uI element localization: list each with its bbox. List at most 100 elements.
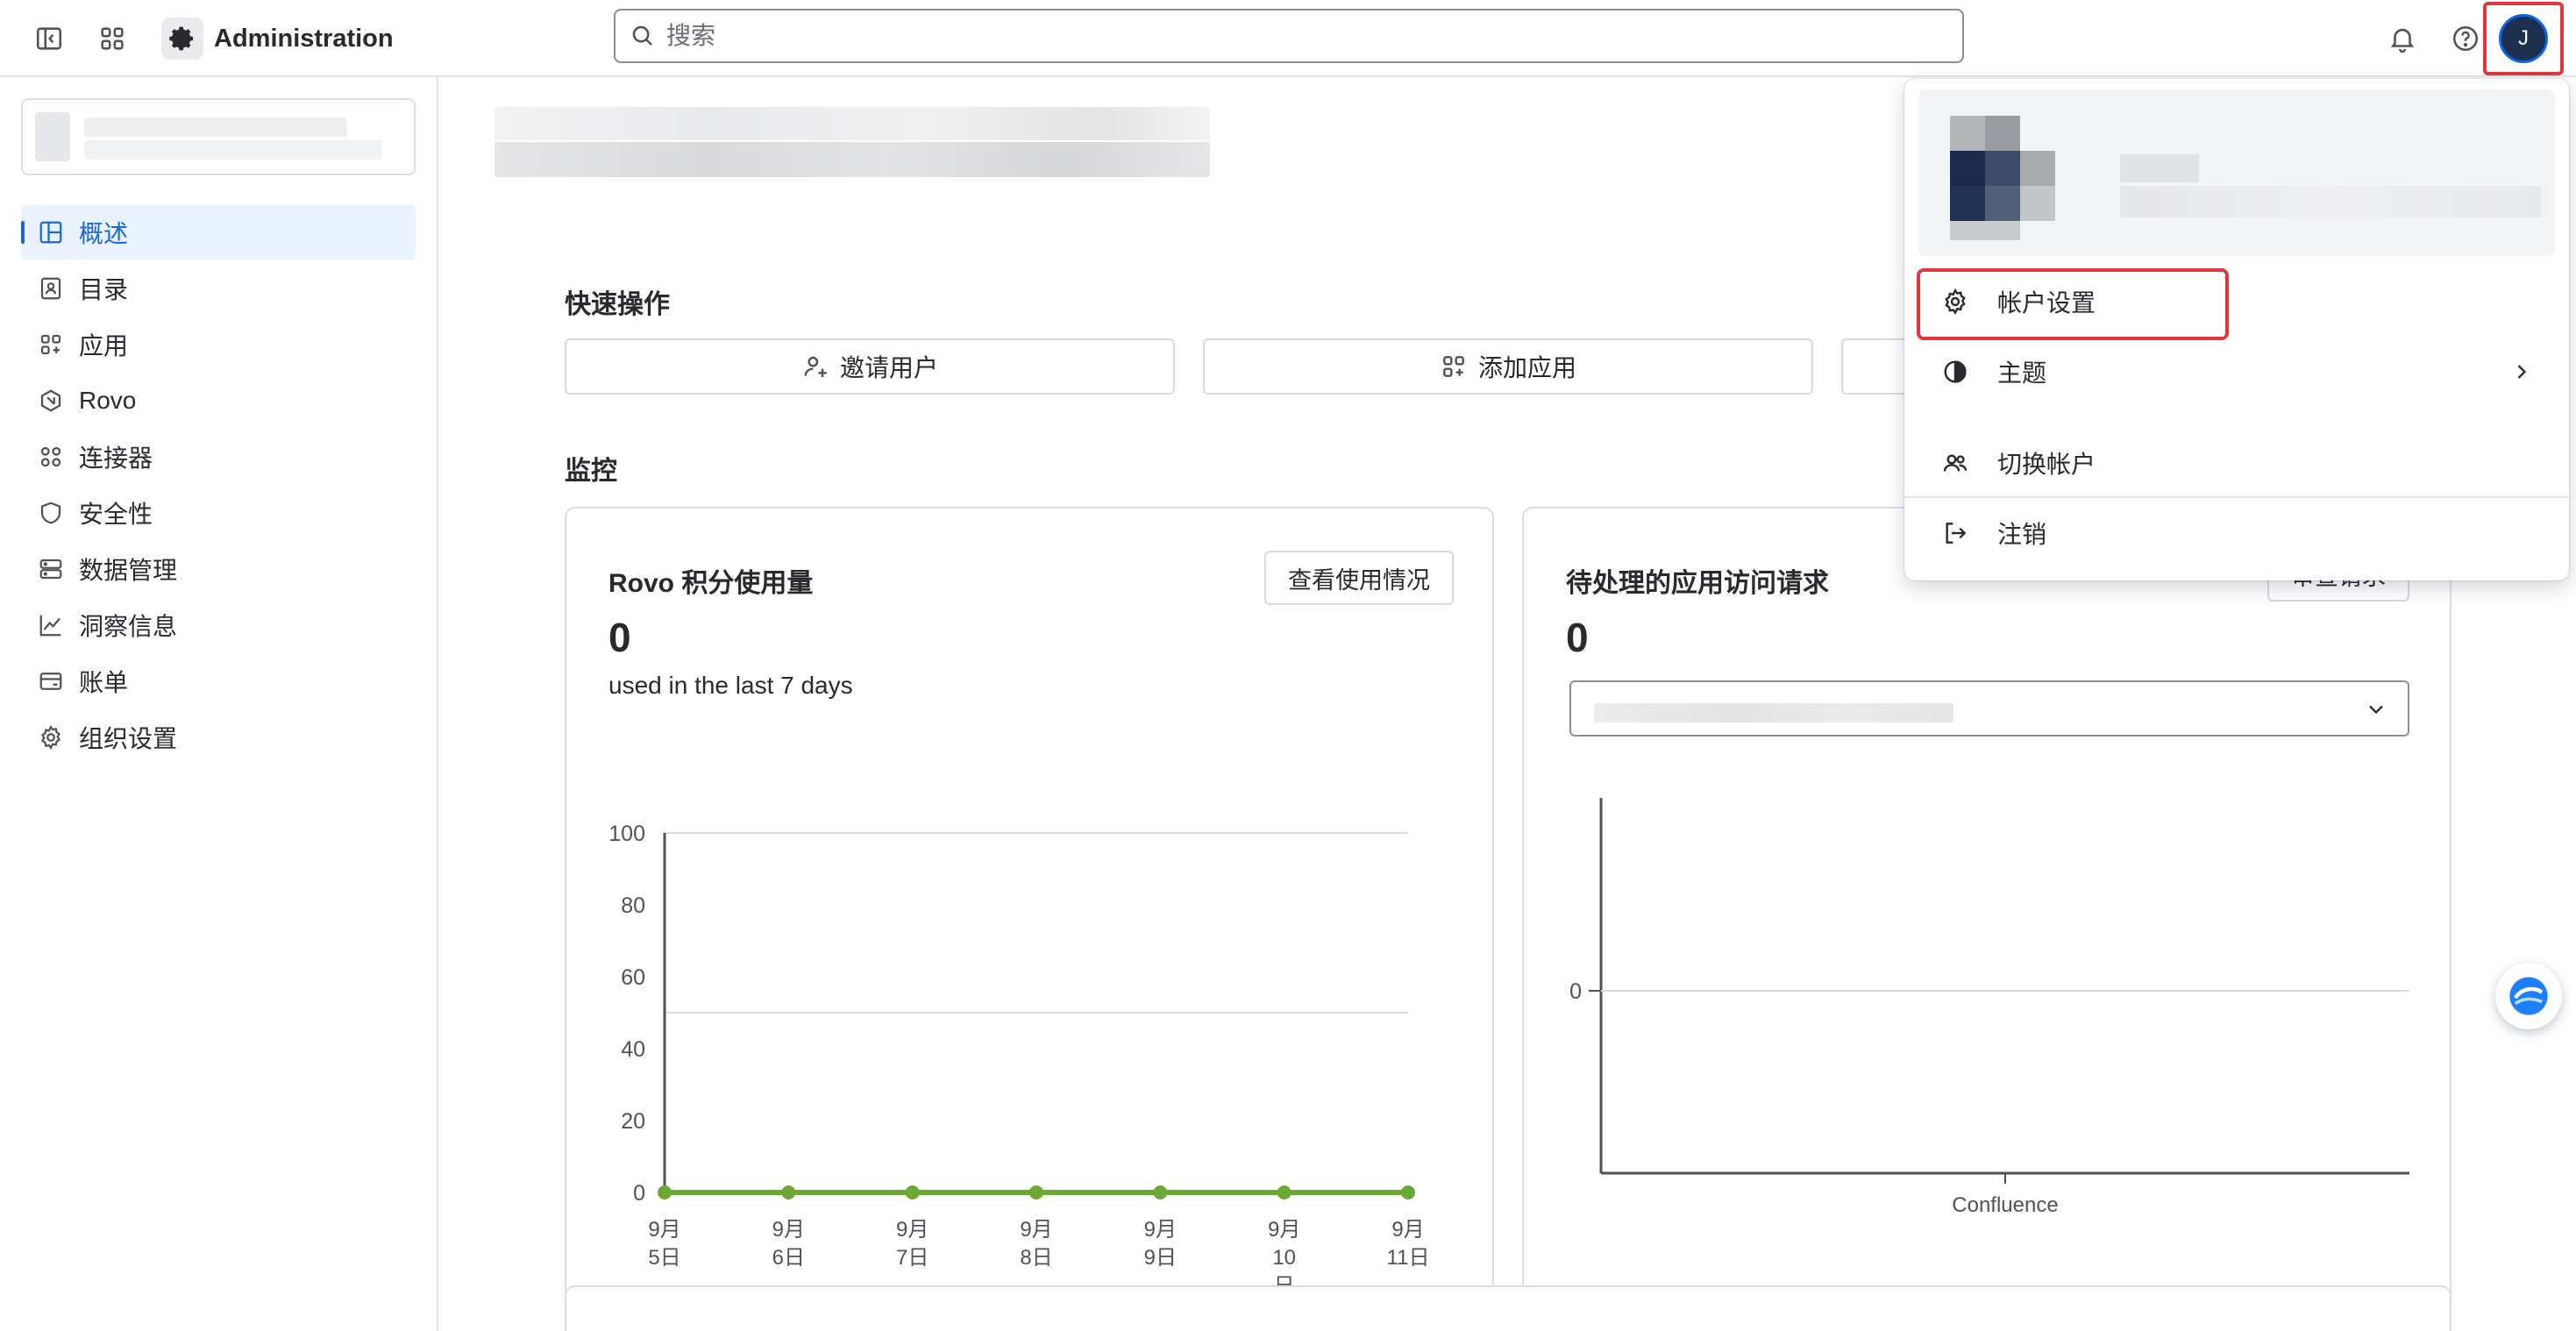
y-tick-label: 100	[608, 822, 645, 846]
y-tick-label: 0	[633, 1181, 645, 1206]
help-icon	[2452, 25, 2479, 52]
data-point	[1029, 1185, 1043, 1199]
search-input[interactable]	[666, 22, 1894, 50]
invite-user-button[interactable]: 邀请用户	[565, 338, 1175, 395]
y-tick-label: 80	[621, 893, 645, 918]
sidebar-item-label: 账单	[79, 669, 129, 696]
add-app-icon	[1443, 356, 1464, 377]
add-app-button[interactable]: 添加应用	[1203, 338, 1813, 395]
account-settings-label: 帐户设置	[1997, 289, 2096, 317]
rovo-card-title: Rovo 积分使用量	[608, 569, 814, 598]
data-point	[905, 1185, 920, 1199]
database-icon	[35, 553, 67, 585]
sidebar-item-data-management[interactable]: 数据管理	[21, 542, 416, 596]
requests-value: 0	[1566, 615, 1589, 660]
blurred-org-logo	[35, 112, 70, 161]
rovo-icon	[35, 385, 67, 416]
y-tick-label: 60	[621, 965, 645, 990]
add-user-icon	[804, 356, 827, 377]
blurred-org-detail	[84, 140, 382, 160]
gear-icon	[35, 722, 67, 753]
sidebar-item-label: 组织设置	[79, 725, 178, 752]
credit-card-icon	[35, 666, 67, 697]
rovo-usage-line-chart: 0204060801009月5日9月6日9月7日9月8日9月9日9月10日9月1…	[608, 822, 1429, 1298]
sidebar-item-overview[interactable]: 概述	[21, 205, 416, 260]
data-point	[1153, 1185, 1168, 1199]
app-title[interactable]: Administration	[214, 21, 394, 56]
sidebar-toggle-button[interactable]	[28, 18, 70, 60]
switch-account-menu-item[interactable]: 切换帐户	[1918, 430, 2555, 496]
rovo-usage-value: 0	[608, 615, 631, 660]
avatar: J	[2499, 14, 2548, 63]
admin-logo[interactable]	[161, 18, 203, 60]
sidebar-item-label: 数据管理	[79, 557, 178, 584]
menu-divider	[1904, 496, 2569, 498]
help-button[interactable]	[2444, 18, 2487, 60]
sidebar-item-directory[interactable]: 目录	[21, 261, 416, 316]
connector-icon	[35, 441, 67, 473]
rovo-chat-button[interactable]	[2495, 963, 2562, 1029]
x-tick-label: 9月 6日	[772, 1218, 805, 1270]
bell-icon	[2390, 28, 2415, 53]
sidebar-item-billing[interactable]: 账单	[21, 654, 416, 708]
logout-menu-item[interactable]: 注销	[1918, 500, 2555, 566]
notifications-button[interactable]	[2381, 18, 2423, 60]
blurred-org-name	[84, 117, 347, 137]
x-tick-label: 9月 8日	[1020, 1218, 1052, 1270]
y-tick-label: 20	[621, 1109, 645, 1134]
add-app-label: 添加应用	[1477, 354, 1576, 381]
app-access-requests-card: 待处理的应用访问请求 审查请求 0 0Confluence	[1522, 507, 2451, 1331]
sidebar-toggle-icon	[36, 27, 62, 50]
x-tick-label: 9月 9日	[1144, 1218, 1177, 1270]
shield-icon	[35, 497, 67, 529]
logout-icon	[1939, 517, 1971, 549]
sidebar-item-security[interactable]: 安全性	[21, 486, 416, 540]
sidebar-item-rovo[interactable]: Rovo	[21, 374, 416, 428]
sidebar-item-org-settings[interactable]: 组织设置	[21, 710, 416, 765]
monitor-title: 监控	[565, 457, 617, 486]
app-filter-select[interactable]	[1569, 680, 2409, 737]
contrast-icon	[1939, 356, 1971, 388]
gear-icon	[1939, 286, 1971, 317]
chevron-right-icon	[2517, 365, 2527, 379]
sidebar-item-insights[interactable]: 洞察信息	[21, 598, 416, 652]
app-root: Administration J	[0, 0, 2576, 1331]
requests-bar-chart: 0 Confluence	[1569, 798, 2409, 1217]
search-bar[interactable]	[614, 9, 1964, 63]
sidebar: 概述 目录 应用 Rovo 连接器 安全性 数据管理 洞察信息 账单 组织设置	[0, 77, 438, 1331]
gear-icon	[169, 26, 193, 51]
blurred-profile-info	[1918, 89, 2555, 256]
theme-label: 主题	[1997, 359, 2047, 387]
sidebar-item-connectors[interactable]: 连接器	[21, 430, 416, 484]
blurred-page-header	[495, 107, 1210, 179]
sidebar-item-label: 应用	[79, 332, 129, 359]
data-point	[658, 1185, 672, 1199]
chevron-down-icon	[2369, 705, 2383, 715]
x-tick-label: 9月 7日	[896, 1218, 929, 1270]
profile-dropdown-menu: 帐户设置 主题 切换帐户 注销	[1904, 79, 2569, 580]
chart-line-icon	[35, 609, 67, 641]
theme-menu-item[interactable]: 主题	[1918, 338, 2555, 405]
app-grid-icon	[101, 27, 124, 50]
sidebar-item-apps[interactable]: 应用	[21, 317, 416, 372]
sidebar-item-label: 连接器	[79, 445, 153, 472]
bottom-card	[565, 1285, 2451, 1331]
organization-picker[interactable]	[21, 98, 416, 175]
profile-button[interactable]: J	[2483, 2, 2564, 75]
y-tick-label: 0	[1569, 979, 1582, 1004]
account-settings-menu-item[interactable]: 帐户设置	[1918, 268, 2555, 335]
app-switcher-button[interactable]	[91, 18, 133, 60]
blurred-select-value	[1594, 703, 1953, 722]
invite-user-label: 邀请用户	[839, 354, 938, 381]
switch-account-label: 切换帐户	[1997, 451, 2096, 478]
sidebar-item-label: 洞察信息	[79, 613, 178, 640]
sidebar-item-label: 概述	[79, 220, 129, 247]
quick-actions-title: 快速操作	[565, 290, 670, 319]
view-usage-button[interactable]: 查看使用情况	[1264, 551, 1454, 605]
x-tick-label: 9月 5日	[648, 1218, 680, 1270]
switch-account-icon	[1939, 447, 1971, 479]
search-icon	[632, 25, 652, 46]
requests-card-title: 待处理的应用访问请求	[1566, 569, 1829, 598]
directory-icon	[35, 273, 67, 304]
logout-label: 注销	[1997, 521, 2047, 548]
